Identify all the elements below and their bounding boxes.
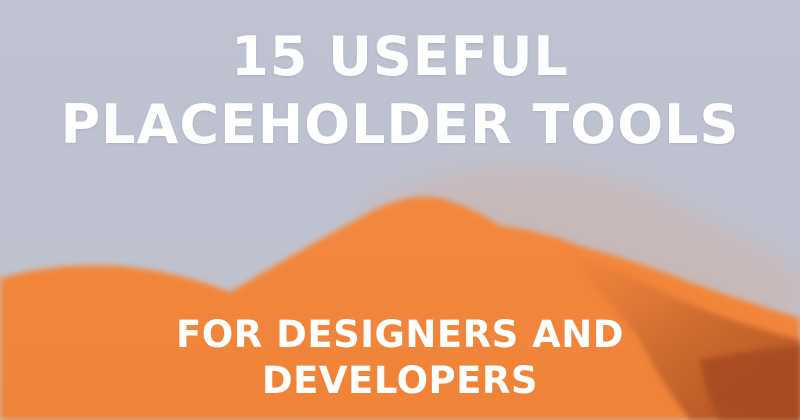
banner-subtitle-line-2: DEVELOPERS [261, 359, 539, 402]
banner-title-line-1: 15 USEFUL [231, 25, 569, 88]
banner-subtitle-line-1: FOR DESIGNERS AND [176, 313, 624, 356]
hero-banner: 15 USEFUL PLACEHOLDER TOOLS FOR DESIGNER… [0, 0, 800, 420]
banner-title-line-2: PLACEHOLDER TOOLS [60, 93, 740, 156]
